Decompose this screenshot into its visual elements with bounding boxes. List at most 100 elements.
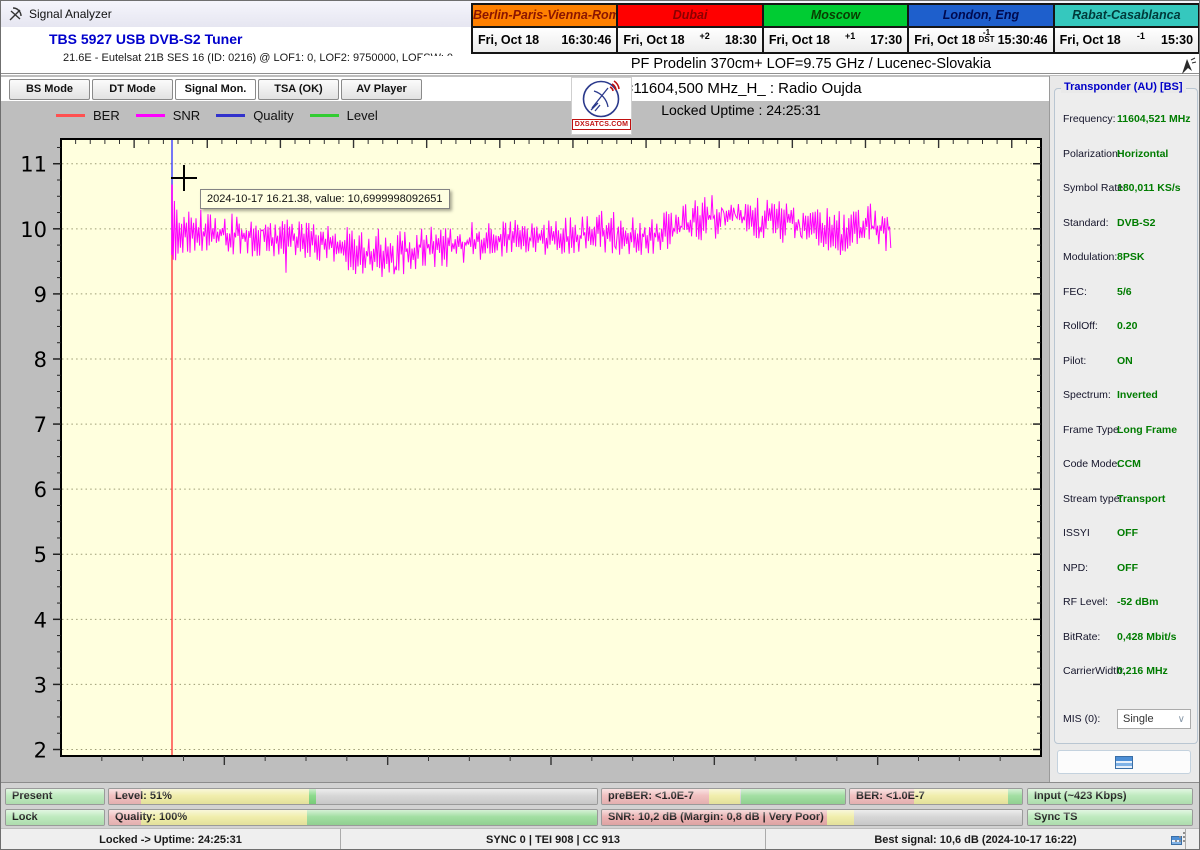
preber-bar: preBER: <1.0E-7 — [601, 788, 846, 805]
tp-value-standard: DVB-S2 — [1117, 217, 1156, 229]
tab-av-player[interactable]: AV Player — [341, 79, 422, 100]
transponder-title: Transponder (AU) [BS] — [1061, 81, 1186, 93]
tp-value-codemode: CCM — [1117, 458, 1141, 470]
status-bars-panel: Present Level: 51% preBER: <1.0E-7 BER: <1.… — [1, 782, 1199, 828]
tp-value-carrierwidth: 0,216 MHz — [1117, 665, 1168, 677]
clock-utc-offset: +2 — [685, 31, 725, 41]
clock-time: 15:30:46 — [998, 33, 1048, 47]
tp-label-standard: Standard: — [1063, 217, 1109, 229]
legend-label: BER — [93, 108, 120, 123]
legend-item-ber: BER — [56, 108, 120, 123]
clock-dubai: Dubai Fri, Oct 18+218:30 — [616, 5, 761, 52]
clock-time-row: Fri, Oct 18+117:30 — [764, 26, 907, 52]
clock-time-row: Fri, Oct 18-115:30 — [1055, 26, 1198, 52]
window-title: Signal Analyzer — [29, 7, 112, 21]
legend-line-icon — [56, 114, 85, 117]
tp-value-rflevel: -52 dBm — [1117, 596, 1158, 608]
mis-row: MIS (0): Single ∨ — [1063, 709, 1191, 729]
snr-bar-label: SNR: 10,2 dB (Margin: 0,8 dB | Very Poor… — [602, 810, 1022, 825]
statusbar-section-2: Best signal: 10,6 dB (2024-10-17 16:22) — [766, 829, 1186, 850]
mis-value: Single — [1123, 713, 1154, 725]
lock-indicator-label: Lock — [6, 810, 104, 825]
clock-date: Fri, Oct 18 — [914, 33, 975, 47]
right-column: Transponder (AU) [BS] MIS (0): Single ∨ … — [1049, 76, 1200, 782]
statusbar-section-0: Locked -> Uptime: 24:25:31 — [1, 829, 341, 850]
mis-dropdown[interactable]: Single ∨ — [1117, 709, 1191, 729]
tp-label-frequency: Frequency: — [1063, 113, 1116, 125]
tp-label-streamtype: Stream type: — [1063, 493, 1123, 505]
tp-label-pilot: Pilot: — [1063, 355, 1086, 367]
legend-item-quality: Quality — [216, 108, 293, 123]
tab-signal-mon-[interactable]: Signal Mon. — [175, 79, 256, 100]
clock-time: 16:30:46 — [561, 33, 611, 47]
tp-label-codemode: Code Mode: — [1063, 458, 1120, 470]
frequency-service-line: f=11604,500 MHz_H_ : Radio Oujda — [431, 80, 1051, 97]
tp-value-fec: 5/6 — [1117, 286, 1132, 298]
signal-analyzer-window: Signal Analyzer TBS 5927 USB DVB-S2 Tune… — [0, 0, 1200, 850]
tp-value-polarization: Horizontal — [1117, 148, 1168, 160]
legend-line-icon — [216, 114, 245, 117]
clock-date: Fri, Oct 18 — [623, 33, 684, 47]
tp-value-streamtype: Transport — [1117, 493, 1165, 505]
clock-london-eng: London, EngFri, Oct 18-1DST15:30:46 — [907, 5, 1052, 52]
clock-city-label: Dubai — [618, 5, 761, 26]
clock-time: 17:30 — [870, 33, 902, 47]
clock-date: Fri, Oct 18 — [1060, 33, 1121, 47]
dish-info-line: PF Prodelin 370cm+ LOF=9.75 GHz / Lucene… — [421, 56, 1200, 73]
clock-time-row: Fri, Oct 18-1DST15:30:46 — [909, 26, 1052, 52]
dxsatcs-logo: DXSATCS.COM — [571, 77, 632, 135]
chart-tooltip: 2024-10-17 16.21.38, value: 10,699999809… — [200, 189, 450, 209]
quality-bar: Quality: 100% — [108, 809, 598, 826]
input-bar: Input (~423 Kbps) — [1027, 788, 1193, 805]
legend-item-level: Level — [310, 108, 378, 123]
level-bar: Level: 51% — [108, 788, 598, 805]
present-indicator-label: Present — [6, 789, 104, 804]
main-panel: BS ModeDT ModeSignal Mon.TSA (OK)AV Play… — [1, 76, 1199, 782]
legend-line-icon — [136, 114, 165, 117]
level-bar-label: Level: 51% — [109, 789, 597, 804]
lock-indicator: Lock — [5, 809, 105, 826]
clock-berlin-paris-vienna-roma: Berlin-Paris-Vienna-RomaFri, Oct 1816:30… — [473, 5, 616, 52]
chart-legend: BERSNRQualityLevel — [56, 108, 378, 123]
tp-value-modulation: 8PSK — [1117, 251, 1144, 263]
legend-label: Quality — [253, 108, 293, 123]
ber-bar: BER: <1.0E-7 — [849, 788, 1023, 805]
tab-tsa-ok-[interactable]: TSA (OK) — [258, 79, 339, 100]
tp-label-bitrate: BitRate: — [1063, 631, 1100, 643]
tp-label-issyi: ISSYI — [1063, 527, 1090, 539]
clock-date: Fri, Oct 18 — [769, 33, 830, 47]
transponder-groupbox: Transponder (AU) [BS] MIS (0): Single ∨ … — [1054, 88, 1198, 744]
tp-label-spectrum: Spectrum: — [1063, 389, 1111, 401]
clock-rabat-casablanca: Rabat-CasablancaFri, Oct 18-115:30 — [1053, 5, 1198, 52]
tp-value-frametype: Long Frame — [1117, 424, 1177, 436]
clock-moscow: MoscowFri, Oct 18+117:30 — [762, 5, 907, 52]
tp-value-rolloff: 0.20 — [1117, 320, 1137, 332]
tab-bs-mode[interactable]: BS Mode — [9, 79, 90, 100]
export-icon — [1115, 756, 1133, 769]
tab-dt-mode[interactable]: DT Mode — [92, 79, 173, 100]
tp-value-issyi: OFF — [1117, 527, 1138, 539]
clock-time: 18:30 — [725, 33, 757, 47]
cursor-icon — [1179, 56, 1197, 76]
tp-label-carrierwidth: CarrierWidth: — [1063, 665, 1125, 677]
clock-time-row: Fri, Oct 1816:30:46 — [473, 26, 616, 52]
tp-value-symbolrate: 180,011 KS/s — [1117, 182, 1181, 194]
sync-ts-bar-label: Sync TS — [1028, 810, 1192, 825]
tp-label-fec: FEC: — [1063, 286, 1087, 298]
mis-label: MIS (0): — [1063, 713, 1100, 725]
resize-grip[interactable] — [1183, 832, 1197, 846]
legend-line-icon — [310, 114, 339, 117]
satellite-dish-icon — [581, 79, 623, 119]
tp-label-npd: NPD: — [1063, 562, 1088, 574]
ber-bar-label: BER: <1.0E-7 — [850, 789, 1022, 804]
clock-city-label: Rabat-Casablanca — [1055, 5, 1198, 26]
header-divider — [1, 73, 1199, 75]
clock-utc-offset: +1 — [830, 31, 870, 41]
clock-city-label: Moscow — [764, 5, 907, 26]
tp-value-spectrum: Inverted — [1117, 389, 1158, 401]
tuner-subtitle: 21.6E - Eutelsat 21B SES 16 (ID: 0216) @… — [63, 52, 453, 64]
clock-city-label: Berlin-Paris-Vienna-Roma — [473, 5, 616, 26]
present-indicator: Present — [5, 788, 105, 805]
export-button[interactable] — [1057, 750, 1191, 774]
clock-utc-offset: -1DST — [975, 29, 997, 43]
